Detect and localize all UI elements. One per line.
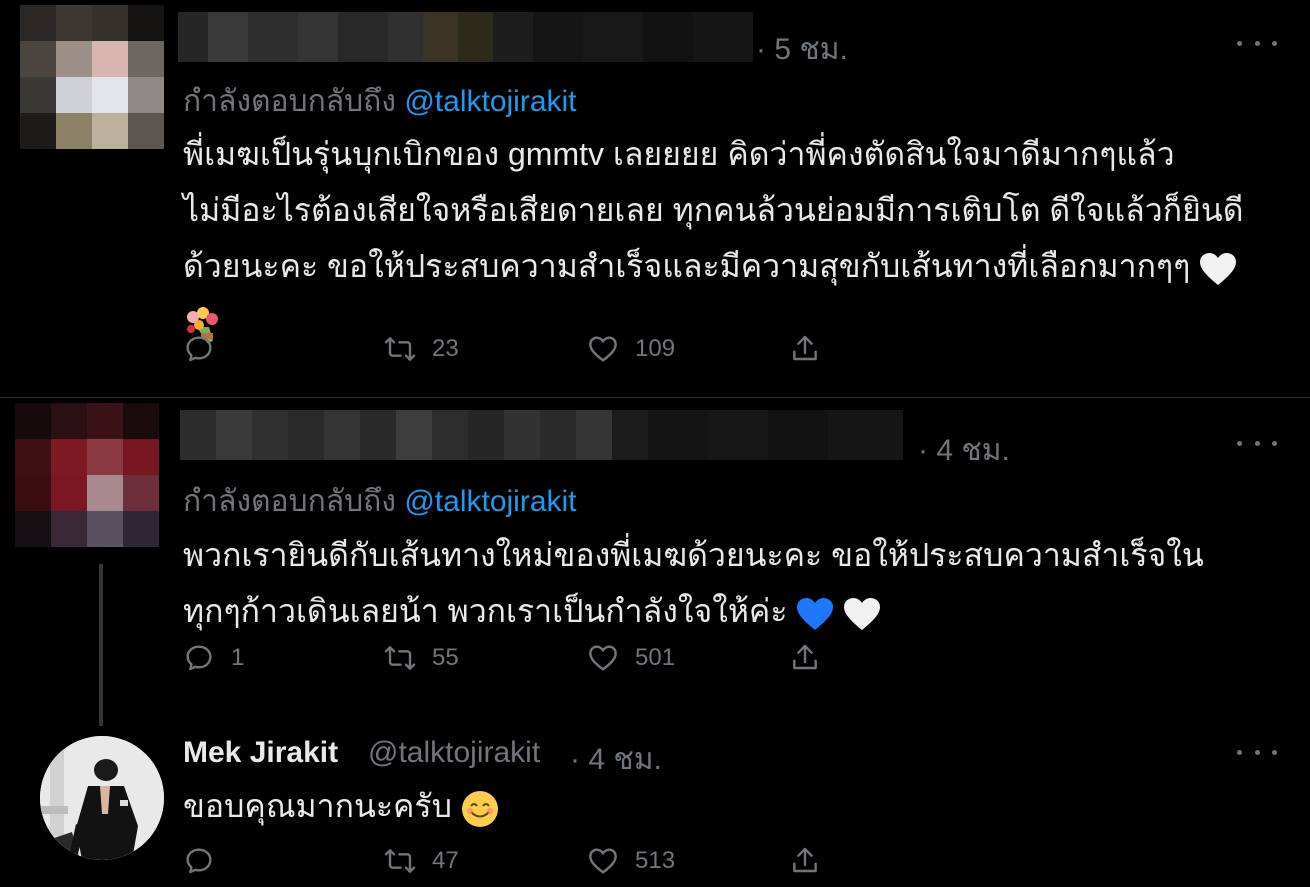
tweet-text-line: พวกเรายินดีกับเส้นทางใหม่ของพี่เมฆด้วยนะ… <box>183 537 1204 573</box>
reply-tweet-2[interactable]: · 4 ชม. กำลังตอบกลับถึง @talktojirakit พ… <box>0 398 1310 718</box>
share-button[interactable] <box>789 329 821 369</box>
author-name-redacted[interactable] <box>180 410 915 460</box>
white-heart-emoji <box>844 597 881 630</box>
tweet-timestamp[interactable]: · 5 ชม. <box>756 26 848 73</box>
heart-icon <box>589 336 617 362</box>
author-handle[interactable]: @talktojirakit <box>368 736 540 770</box>
like-count: 513 <box>635 847 676 874</box>
share-icon <box>793 847 817 873</box>
share-icon <box>793 335 817 361</box>
smiling-face-emoji <box>461 790 498 827</box>
like-count: 501 <box>635 644 676 671</box>
more-options-icon[interactable] <box>1237 31 1277 55</box>
retweet-count: 47 <box>432 847 459 874</box>
tweet-text: พวกเรายินดีกับเส้นทางใหม่ของพี่เมฆด้วยนะ… <box>183 527 1204 639</box>
tweet-timestamp[interactable]: · 4 ชม. <box>918 427 1010 474</box>
share-button[interactable] <box>789 841 821 881</box>
replying-to-label: กำลังตอบกลับถึง <box>183 85 396 118</box>
tweet-actions: 47 513 <box>183 841 843 881</box>
tweet-text-line-with-emoji: ทุกๆก้าวเดินเลยน้า พวกเราเป็นกำลังใจให้ค… <box>183 583 1204 639</box>
white-heart-emoji <box>1200 252 1237 285</box>
reply-icon <box>186 336 212 362</box>
thread-connector-line <box>99 564 103 726</box>
replying-to-handle-link[interactable]: @talktojirakit <box>404 485 576 518</box>
reply-button[interactable] <box>183 329 231 369</box>
like-button[interactable]: 501 <box>587 638 675 678</box>
reply-button[interactable]: 1 <box>183 638 244 678</box>
more-options-icon[interactable] <box>1237 431 1277 455</box>
retweet-icon <box>384 337 416 361</box>
tweet-timestamp[interactable]: · 4 ชม. <box>570 736 662 783</box>
retweet-button[interactable]: 55 <box>384 638 459 678</box>
replying-to-handle-link[interactable]: @talktojirakit <box>404 85 576 118</box>
tweet-text: ขอบคุณมากนะครับ <box>183 778 499 834</box>
avatar-pixelated[interactable] <box>20 5 164 149</box>
heart-icon <box>589 645 617 671</box>
author-name[interactable]: Mek Jirakit <box>183 736 338 770</box>
retweet-button[interactable]: 23 <box>384 329 459 369</box>
tweet-text-line-with-emoji: ด้วยนะคะ ขอให้ประสบความสำเร็จและมีความสุ… <box>183 238 1244 294</box>
tweet-text-line-with-emoji: ขอบคุณมากนะครับ <box>183 778 499 834</box>
reply-button[interactable] <box>183 841 231 881</box>
replying-to: กำลังตอบกลับถึง @talktojirakit <box>183 478 577 525</box>
tweet-text: พี่เมฆเป็นรุ่นบุกเบิกของ gmmtv เลยยยย คิ… <box>183 126 1244 350</box>
replying-to-label: กำลังตอบกลับถึง <box>183 485 396 518</box>
author-name-redacted[interactable] <box>178 12 753 62</box>
reply-count: 1 <box>231 644 245 671</box>
retweet-button[interactable]: 47 <box>384 841 459 881</box>
tweet-text-line: ไม่มีอะไรต้องเสียใจหรือเสียดายเลย ทุกคนล… <box>183 192 1244 228</box>
tweet-text-line: พี่เมฆเป็นรุ่นบุกเบิกของ gmmtv เลยยยย คิ… <box>183 136 1175 172</box>
retweet-icon <box>384 849 416 873</box>
reply-icon <box>186 848 212 874</box>
avatar-pixelated[interactable] <box>15 403 159 547</box>
more-options-icon[interactable] <box>1237 740 1277 764</box>
like-button[interactable]: 109 <box>587 329 675 369</box>
reply-tweet-1[interactable]: · 5 ชม. กำลังตอบกลับถึง @talktojirakit พ… <box>0 0 1310 396</box>
retweet-count: 23 <box>432 335 459 362</box>
tweet-actions: 1 55 501 <box>183 638 843 678</box>
retweet-icon <box>384 646 416 670</box>
reply-icon <box>186 645 212 671</box>
share-button[interactable] <box>789 638 821 678</box>
like-button[interactable]: 513 <box>587 841 675 881</box>
like-count: 109 <box>635 335 676 362</box>
retweet-count: 55 <box>432 644 459 671</box>
reply-tweet-3[interactable]: Mek Jirakit @talktojirakit · 4 ชม. ขอบคุ… <box>0 720 1310 887</box>
blue-heart-emoji <box>797 597 834 630</box>
heart-icon <box>589 848 617 874</box>
share-icon <box>793 644 817 670</box>
tweet-actions: 23 109 <box>183 329 843 369</box>
replying-to: กำลังตอบกลับถึง @talktojirakit <box>183 78 577 125</box>
